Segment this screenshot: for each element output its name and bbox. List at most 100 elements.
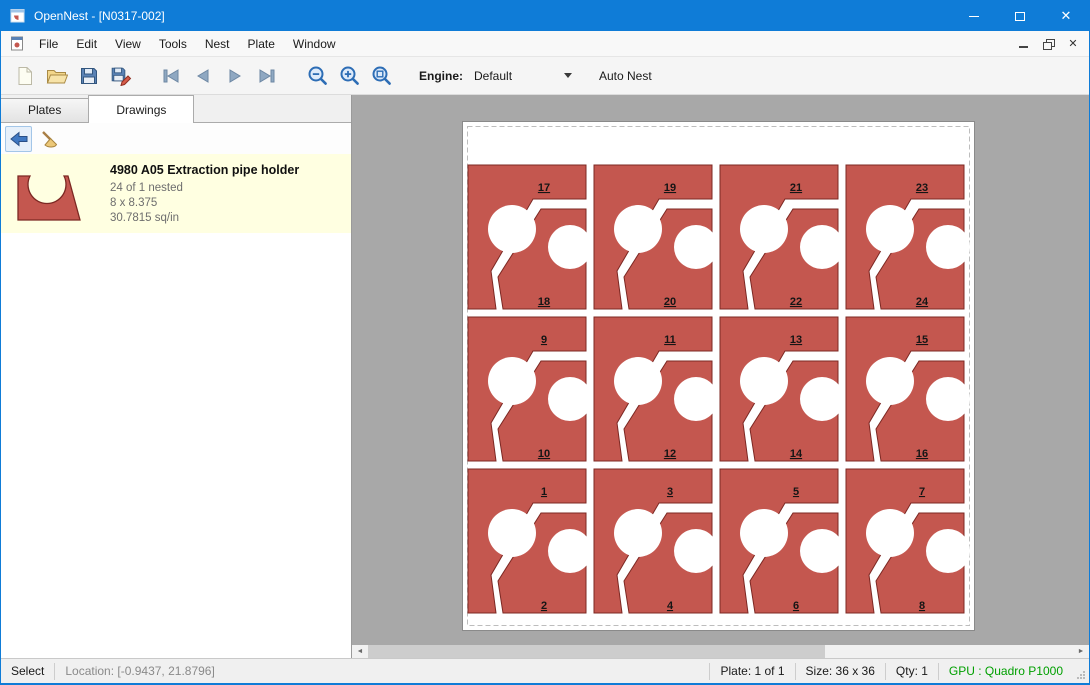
svg-text:12: 12: [664, 448, 676, 460]
svg-text:19: 19: [664, 182, 676, 194]
nest-canvas[interactable]: 171819202122232491011121314151612345678 …: [352, 95, 1089, 658]
open-folder-icon: [46, 66, 68, 86]
svg-text:23: 23: [916, 182, 928, 194]
svg-text:14: 14: [790, 448, 803, 460]
engine-select[interactable]: Default: [467, 64, 579, 88]
import-arrow-icon: [9, 130, 29, 148]
drawing-area: 30.7815 sq/in: [110, 212, 299, 224]
mdi-close-button[interactable]: ✕: [1062, 34, 1084, 53]
zoom-out-button[interactable]: [301, 61, 333, 91]
new-button[interactable]: [9, 61, 41, 91]
svg-text:10: 10: [538, 448, 550, 460]
status-plate: Plate: 1 of 1: [710, 664, 794, 678]
svg-text:7: 7: [919, 486, 925, 498]
nest-plate-svg[interactable]: 171819202122232491011121314151612345678: [462, 121, 975, 631]
status-gpu: GPU : Quadro P1000: [939, 664, 1073, 678]
svg-text:1: 1: [541, 486, 547, 498]
scrollbar-thumb[interactable]: [368, 645, 825, 658]
scroll-right-button[interactable]: ►: [1073, 645, 1089, 658]
cleanup-button[interactable]: [36, 126, 63, 152]
svg-text:2: 2: [541, 600, 547, 612]
document-icon: [10, 36, 24, 51]
menu-edit[interactable]: Edit: [67, 32, 106, 56]
resize-grip[interactable]: [1073, 659, 1089, 683]
status-location: Location: [-0.9437, 21.8796]: [55, 664, 224, 678]
drawings-toolbar: [1, 123, 351, 154]
tab-drawings[interactable]: Drawings: [88, 95, 194, 123]
zoom-out-icon: [307, 65, 328, 86]
svg-text:22: 22: [790, 296, 802, 308]
nav-first-icon: [162, 68, 180, 84]
status-qty: Qty: 1: [886, 664, 938, 678]
minimize-icon: [969, 16, 979, 17]
menu-view[interactable]: View: [106, 32, 150, 56]
broom-icon: [40, 129, 60, 149]
maximize-button[interactable]: [997, 1, 1043, 31]
save-icon: [79, 66, 99, 86]
svg-text:4: 4: [667, 600, 674, 612]
menu-bar: File Edit View Tools Nest Plate Window ✕: [1, 31, 1089, 57]
svg-text:20: 20: [664, 296, 676, 308]
svg-text:18: 18: [538, 296, 550, 308]
drawing-nested-count: 24 of 1 nested: [110, 182, 299, 194]
previous-plate-button[interactable]: [187, 61, 219, 91]
nav-last-icon: [258, 68, 276, 84]
svg-text:9: 9: [541, 334, 547, 346]
new-file-icon: [15, 66, 35, 86]
sidebar-tabstrip: Plates Drawings: [1, 95, 351, 123]
maximize-icon: [1015, 12, 1025, 21]
minimize-button[interactable]: [951, 1, 997, 31]
svg-text:8: 8: [919, 600, 925, 612]
open-button[interactable]: [41, 61, 73, 91]
status-mode: Select: [1, 664, 54, 678]
tab-plates[interactable]: Plates: [1, 98, 89, 122]
nav-previous-icon: [194, 68, 212, 84]
drawing-title: 4980 A05 Extraction pipe holder: [110, 163, 299, 177]
menu-plate[interactable]: Plate: [239, 32, 284, 56]
resize-grip-icon: [1076, 670, 1086, 680]
title-bar: OpenNest - [N0317-002] ✕: [1, 1, 1089, 31]
next-plate-button[interactable]: [219, 61, 251, 91]
status-size: Size: 36 x 36: [796, 664, 885, 678]
svg-text:13: 13: [790, 334, 802, 346]
app-window: OpenNest - [N0317-002] ✕ File Edit View …: [0, 0, 1090, 685]
import-drawing-button[interactable]: [5, 126, 32, 152]
menu-tools[interactable]: Tools: [150, 32, 196, 56]
mdi-restore-button[interactable]: [1037, 34, 1059, 53]
app-icon: [10, 8, 26, 24]
svg-text:16: 16: [916, 448, 928, 460]
sidebar: Plates Drawings: [1, 95, 352, 658]
drawing-list-item[interactable]: 4980 A05 Extraction pipe holder 24 of 1 …: [1, 154, 351, 233]
zoom-in-icon: [339, 65, 360, 86]
dropdown-arrow-icon: [564, 73, 572, 78]
zoom-fit-icon: [371, 65, 392, 86]
menu-nest[interactable]: Nest: [196, 32, 239, 56]
part-thumbnail: [16, 164, 84, 224]
first-plate-button[interactable]: [155, 61, 187, 91]
auto-nest-button[interactable]: Auto Nest: [593, 65, 658, 87]
menu-window[interactable]: Window: [284, 32, 345, 56]
zoom-fit-button[interactable]: [365, 61, 397, 91]
save-as-button[interactable]: [105, 61, 137, 91]
last-plate-button[interactable]: [251, 61, 283, 91]
mdi-minimize-icon: [1019, 46, 1028, 48]
svg-text:6: 6: [793, 600, 799, 612]
save-as-icon: [110, 66, 132, 86]
drawing-dimensions: 8 x 8.375: [110, 197, 299, 209]
menu-file[interactable]: File: [30, 32, 67, 56]
svg-text:5: 5: [793, 486, 799, 498]
svg-text:24: 24: [916, 296, 929, 308]
close-button[interactable]: ✕: [1043, 1, 1089, 31]
save-button[interactable]: [73, 61, 105, 91]
main-toolbar: Engine: Default Auto Nest: [1, 57, 1089, 95]
svg-text:15: 15: [916, 334, 928, 346]
svg-text:21: 21: [790, 182, 802, 194]
svg-text:11: 11: [664, 334, 676, 346]
scroll-left-button[interactable]: ◄: [352, 645, 368, 658]
window-title: OpenNest - [N0317-002]: [34, 9, 165, 23]
horizontal-scrollbar[interactable]: ◄ ►: [352, 645, 1089, 658]
mdi-restore-icon: [1043, 39, 1053, 48]
engine-label: Engine:: [419, 69, 463, 83]
zoom-in-button[interactable]: [333, 61, 365, 91]
mdi-minimize-button[interactable]: [1012, 34, 1034, 53]
